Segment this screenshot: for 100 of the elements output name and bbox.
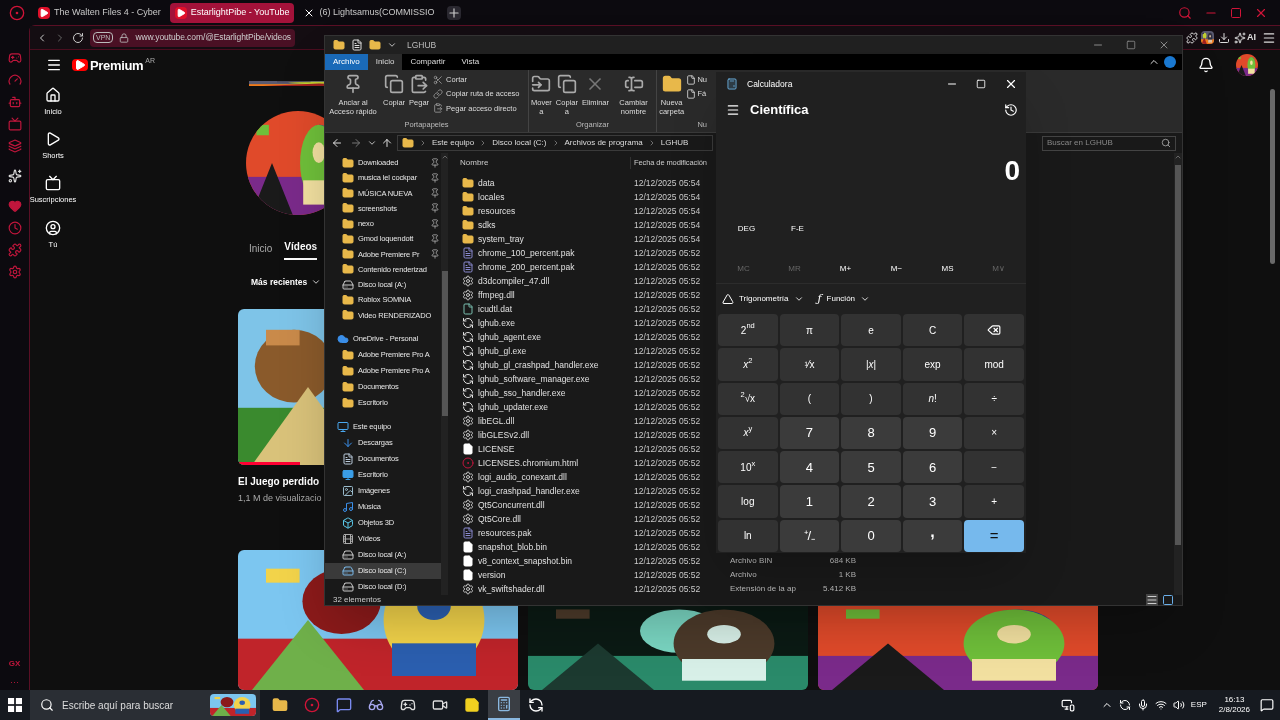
file-name[interactable]: libEGL.dll [456, 414, 630, 428]
file-name[interactable]: lghub_gl.exe [456, 344, 630, 358]
gauge-icon[interactable] [7, 73, 22, 87]
calculator-key[interactable]: 2 [841, 485, 901, 518]
memory-button[interactable]: M− [871, 262, 922, 275]
file-name[interactable]: icudtl.dat [456, 302, 630, 316]
calculator-key[interactable]: e [841, 314, 901, 347]
calculator-key[interactable]: 3 [902, 485, 963, 518]
calculator-key[interactable]: 5 [841, 451, 901, 484]
start-icon[interactable] [8, 698, 22, 712]
column-header[interactable]: Nombre [456, 157, 630, 169]
file-name[interactable]: resources [456, 204, 630, 218]
calculator-key[interactable]: , [902, 519, 963, 552]
microphone-icon[interactable] [1136, 699, 1149, 711]
language-indicator[interactable]: ESP [1190, 699, 1207, 711]
breadcrumb-item[interactable]: Archivos de programa [564, 137, 643, 149]
calculator-key[interactable]: 9 [902, 416, 963, 450]
sparkle-icon[interactable] [7, 169, 22, 183]
file-name[interactable]: resources.pak [456, 526, 630, 540]
file-name[interactable]: Qt5Concurrent.dll [456, 498, 630, 512]
browser-tab[interactable]: (6) Lightsamus(COMMISSIO [298, 2, 440, 23]
reload-icon[interactable] [72, 31, 84, 44]
memory-button[interactable]: MS [922, 262, 973, 275]
calculator-key[interactable]: ¹⁄x [779, 348, 840, 381]
details-view-icon[interactable] [1146, 594, 1158, 606]
angle-unit-button[interactable]: DEG [724, 223, 769, 235]
calculator-key[interactable]: − [964, 451, 1024, 484]
calculator-key[interactable]: 6 [902, 451, 963, 484]
file-name[interactable]: ffmpeg.dll [456, 288, 630, 302]
heart-icon[interactable] [7, 199, 22, 213]
url-text[interactable]: www.youtube.com/@EstarlightPibe/videos [135, 31, 291, 44]
file-name[interactable]: system_tray [456, 232, 630, 246]
menu-icon[interactable] [726, 103, 740, 117]
ribbon-tab[interactable]: Vista [453, 54, 488, 70]
extensions-icon[interactable] [1186, 31, 1198, 44]
browser-tab[interactable]: The Walten Files 4 - Cyber [33, 2, 166, 23]
puzzle-icon[interactable] [7, 243, 22, 257]
app-icon[interactable] [1118, 699, 1131, 711]
file-name[interactable]: logi_audio_conexant.dll [456, 470, 630, 484]
file-name[interactable]: locales [456, 190, 630, 204]
channel-tab[interactable]: Inicio [249, 240, 273, 260]
new-tab-button[interactable] [447, 5, 462, 20]
calculator-key[interactable]: ) [841, 382, 901, 415]
calculator-key[interactable]: C [902, 314, 963, 347]
file-name[interactable]: d3dcompiler_47.dll [456, 274, 630, 288]
ribbon-tab[interactable]: Compartir [402, 54, 454, 70]
file-name[interactable]: lghub_software_manager.exe [456, 372, 630, 386]
file-name[interactable]: lghub_updater.exe [456, 400, 630, 414]
calculator-key[interactable]: $^{2}$√x [718, 382, 778, 415]
menu-icon[interactable] [1262, 30, 1276, 45]
up-icon[interactable] [381, 137, 393, 149]
calculator-key[interactable]: × [964, 416, 1024, 450]
robot-icon[interactable] [7, 95, 22, 109]
calculator-key[interactable]: n! [902, 382, 963, 415]
tiles-view-icon[interactable] [1162, 594, 1174, 606]
search-icon[interactable] [1178, 5, 1192, 20]
calculator-key[interactable]: 1 [779, 485, 840, 518]
download-icon[interactable] [1218, 31, 1230, 44]
file-name[interactable]: LICENSES.chromium.html [456, 456, 630, 470]
file-name[interactable]: lghub_agent.exe [456, 330, 630, 344]
memory-button[interactable]: M+ [820, 262, 871, 275]
file-name[interactable]: libGLESv2.dll [456, 428, 630, 442]
file-name[interactable]: logi_crashpad_handler.exe [456, 484, 630, 498]
file-name[interactable]: sdks [456, 218, 630, 232]
close-icon[interactable] [1004, 77, 1018, 91]
calculator-key[interactable]: ( [779, 382, 840, 415]
tv-icon[interactable] [7, 117, 22, 131]
breadcrumb-item[interactable]: Disco local (C:) [492, 137, 547, 149]
breadcrumb-item[interactable]: LGHUB [660, 137, 689, 149]
calculator-key[interactable]: 10$^{x}$ [718, 451, 778, 484]
backspace-button[interactable] [964, 314, 1024, 347]
new-folder-icon[interactable] [369, 39, 381, 51]
calculator-key[interactable]: |x| [841, 348, 901, 381]
calculator-key[interactable]: 0 [841, 519, 901, 552]
ribbon-tab[interactable]: Archivo [325, 54, 368, 70]
calculator-key[interactable]: log [718, 485, 778, 518]
file-name[interactable]: snapshot_blob.bin [456, 540, 630, 554]
taskbar-search-field[interactable]: Escribe aquí para buscar [30, 690, 210, 720]
notifications-icon[interactable] [1260, 698, 1274, 712]
calculator-key[interactable]: x$^{y}$ [718, 416, 778, 450]
file-name[interactable]: chrome_200_percent.pak [456, 260, 630, 274]
volume-icon[interactable] [1172, 699, 1185, 711]
properties-icon[interactable] [351, 39, 363, 51]
device-icon[interactable] [1060, 698, 1075, 712]
sort-dropdown[interactable]: Más recientes [251, 275, 322, 289]
file-name[interactable]: lghub_gl_crashpad_handler.exe [456, 358, 630, 372]
clock[interactable]: 16:13 2/8/2026 [1218, 695, 1250, 715]
help-icon[interactable] [1164, 56, 1176, 68]
customize-icon[interactable] [387, 40, 397, 50]
file-name[interactable]: v8_context_snapshot.bin [456, 554, 630, 568]
settings-icon[interactable] [7, 265, 22, 279]
restore-icon[interactable] [1230, 6, 1242, 19]
file-name[interactable]: chrome_100_percent.pak [456, 246, 630, 260]
dropdown-button[interactable]: Trigonometría [722, 293, 804, 305]
calculator-key[interactable]: π [779, 314, 840, 347]
calculator-key[interactable]: 8 [841, 416, 901, 450]
file-name[interactable]: data [456, 176, 630, 190]
calculator-key[interactable]: exp [902, 348, 963, 381]
calculator-key[interactable]: ⁺/₋ [779, 519, 840, 552]
file-name[interactable]: LICENSE [456, 442, 630, 456]
